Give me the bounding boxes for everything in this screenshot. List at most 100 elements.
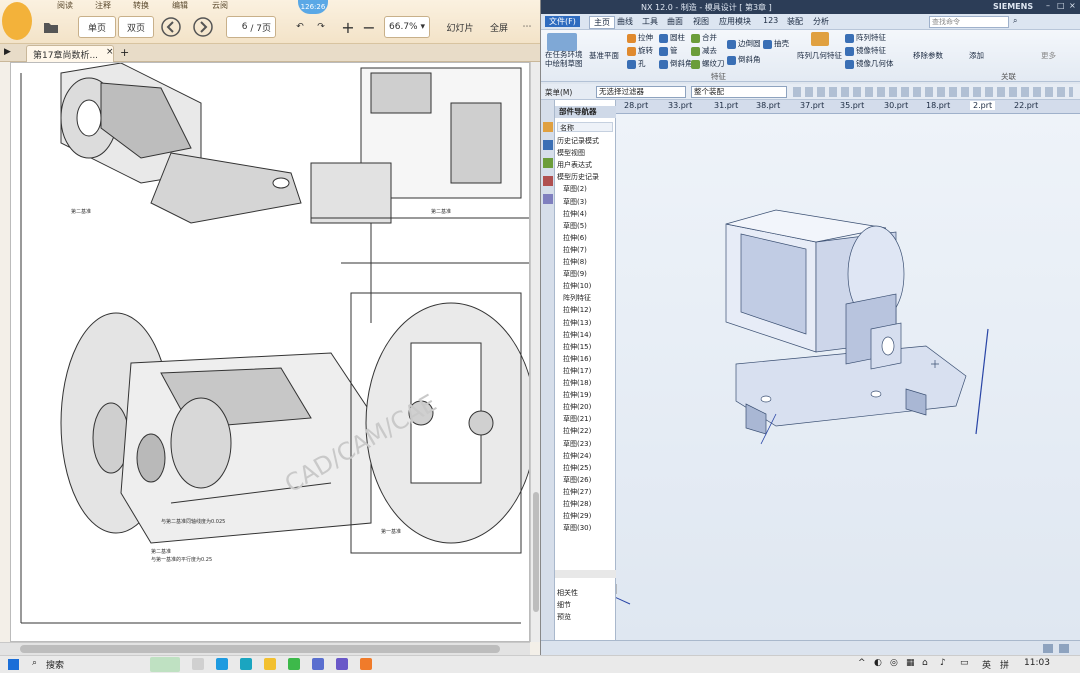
preview-panel[interactable]: 预览 <box>557 612 571 622</box>
clock[interactable]: 11:03 <box>1024 658 1050 668</box>
close-icon[interactable]: × <box>1069 1 1076 10</box>
dependencies-panel[interactable]: 相关性 <box>557 588 578 598</box>
scope-select[interactable]: 整个装配 <box>691 86 787 98</box>
name-column-header[interactable]: 名称 <box>557 122 613 132</box>
extrude-button[interactable]: 拉伸 <box>627 32 653 43</box>
zoom-in-icon[interactable]: + <box>340 16 356 38</box>
navigator-scrollbar[interactable] <box>555 570 616 578</box>
tray-icon[interactable]: ◐ <box>874 658 882 668</box>
part-tab[interactable]: 31.prt <box>714 101 738 110</box>
app-logo-icon[interactable] <box>2 2 32 40</box>
navigator-row[interactable]: 拉伸(17) <box>563 366 591 376</box>
app-icon[interactable] <box>288 658 300 673</box>
details-panel[interactable]: 细节 <box>557 600 571 610</box>
vertical-scrollbar[interactable] <box>530 62 540 642</box>
constraint-navigator-icon[interactable] <box>543 158 553 168</box>
prev-page-icon[interactable] <box>160 16 182 38</box>
pattern-feature-button[interactable]: 阵列特征 <box>845 32 886 43</box>
sidebar-toggle-icon[interactable]: ▶ <box>4 47 11 57</box>
datum-plane-button[interactable]: 基准平面 <box>589 50 619 61</box>
navigator-row[interactable]: 拉伸(15) <box>563 342 591 352</box>
navigator-row[interactable]: 拉伸(19) <box>563 390 591 400</box>
pattern-geometry-button[interactable]: 阵列几何特征 <box>797 50 842 61</box>
navigator-row[interactable]: 拉伸(18) <box>563 378 591 388</box>
unite-button[interactable]: 合并 <box>691 32 717 43</box>
part-tab[interactable]: 22.prt <box>1014 101 1038 110</box>
tab-curve[interactable]: 曲线 <box>617 16 633 27</box>
navigator-row[interactable]: 拉伸(25) <box>563 463 591 473</box>
part-tab[interactable]: 35.prt <box>840 101 864 110</box>
menu-edit[interactable]: 编辑 <box>172 0 188 11</box>
pattern-icon[interactable] <box>811 32 829 46</box>
cylinder-button[interactable]: 圆柱 <box>659 32 685 43</box>
navigator-row[interactable]: 模型视图 <box>557 148 585 158</box>
taskbar-search-box[interactable]: 搜索 <box>46 658 64 671</box>
part-tab[interactable]: 30.prt <box>884 101 908 110</box>
sketch-button[interactable]: 在任务环境 中绘制草图 <box>545 50 583 68</box>
tab-home[interactable]: 主页 <box>589 16 615 29</box>
history-icon[interactable] <box>543 194 553 204</box>
edge-blend-button[interactable]: 边倒圆 <box>727 38 761 49</box>
undo-icon[interactable]: ↶ <box>292 16 308 38</box>
chamfer-button[interactable]: 倒斜角 <box>659 58 693 69</box>
tab-assembly[interactable]: 装配 <box>787 16 803 27</box>
menu-convert[interactable]: 转换 <box>133 0 149 11</box>
menu-cloud[interactable]: 云阅 <box>212 0 228 11</box>
tab-123[interactable]: 123 <box>763 16 778 25</box>
page-number-input[interactable]: 6 / 7页 <box>226 16 276 38</box>
navigator-row[interactable]: 拉伸(4) <box>563 209 587 219</box>
volume-icon[interactable]: ♪ <box>940 658 946 668</box>
navigator-row[interactable]: 草图(9) <box>563 269 587 279</box>
part-tab[interactable]: 18.prt <box>926 101 950 110</box>
graphics-viewport[interactable] <box>595 114 1080 640</box>
navigator-row[interactable]: 拉伸(10) <box>563 281 591 291</box>
more-button[interactable]: 更多 <box>1041 50 1056 61</box>
remove-params-button[interactable]: 移除参数 <box>913 50 943 61</box>
tray-icon[interactable]: ◎ <box>890 658 898 668</box>
shell-button[interactable]: 抽壳 <box>763 38 789 49</box>
hole-button[interactable]: 孔 <box>627 58 646 69</box>
search-icon[interactable]: ⌕ <box>32 658 37 668</box>
horizontal-scrollbar[interactable] <box>0 642 530 655</box>
tray-icon[interactable]: ▦ <box>906 658 915 668</box>
tab-view[interactable]: 视图 <box>693 16 709 27</box>
single-page-button[interactable]: 单页 <box>78 16 116 38</box>
navigator-row[interactable]: 拉伸(22) <box>563 426 591 436</box>
navigator-row[interactable]: 拉伸(12) <box>563 305 591 315</box>
double-page-button[interactable]: 双页 <box>118 16 154 38</box>
sketch-icon[interactable] <box>547 33 577 51</box>
chevron-up-icon[interactable]: ^ <box>858 658 866 668</box>
nx-app-icon[interactable] <box>336 658 348 673</box>
tab-surface[interactable]: 曲面 <box>667 16 683 27</box>
pdf-app-icon[interactable] <box>360 658 372 673</box>
part-tab[interactable]: 38.prt <box>756 101 780 110</box>
navigator-row[interactable]: 拉伸(24) <box>563 451 591 461</box>
menu-button[interactable]: 菜单(M) <box>545 87 572 98</box>
zoom-out-icon[interactable]: − <box>361 16 377 38</box>
mirror-feature-button[interactable]: 镜像特征 <box>845 45 886 56</box>
subtract-button[interactable]: 减去 <box>691 45 717 56</box>
navigator-row[interactable]: 拉伸(16) <box>563 354 591 364</box>
windows-start-icon[interactable] <box>8 659 19 670</box>
part-tab[interactable]: 37.prt <box>800 101 824 110</box>
navigator-row[interactable]: 拉伸(14) <box>563 330 591 340</box>
navigator-row[interactable]: 拉伸(7) <box>563 245 587 255</box>
part-navigator-icon[interactable] <box>543 122 553 132</box>
status-icon[interactable] <box>1059 644 1069 653</box>
tab-analysis[interactable]: 分析 <box>813 16 829 27</box>
navigator-row[interactable]: 草图(2) <box>563 184 587 194</box>
navigator-row[interactable]: 模型历史记录 <box>557 172 599 182</box>
add-button[interactable]: 添加 <box>969 50 984 61</box>
navigator-row[interactable]: 拉伸(29) <box>563 511 591 521</box>
explorer-icon[interactable] <box>264 658 276 673</box>
search-icon[interactable]: ⌕ <box>1013 16 1017 26</box>
thread-button[interactable]: 螺纹刀 <box>691 58 725 69</box>
app-icon[interactable] <box>312 658 324 673</box>
redo-icon[interactable]: ↷ <box>313 16 329 38</box>
navigator-row[interactable]: 拉伸(27) <box>563 487 591 497</box>
part-tab[interactable]: 28.prt <box>624 101 648 110</box>
navigator-row[interactable]: 草图(5) <box>563 221 587 231</box>
status-icon[interactable] <box>1043 644 1053 653</box>
chamfer2-button[interactable]: 倒斜角 <box>727 54 761 65</box>
navigator-row[interactable]: 阵列特征 <box>563 293 591 303</box>
